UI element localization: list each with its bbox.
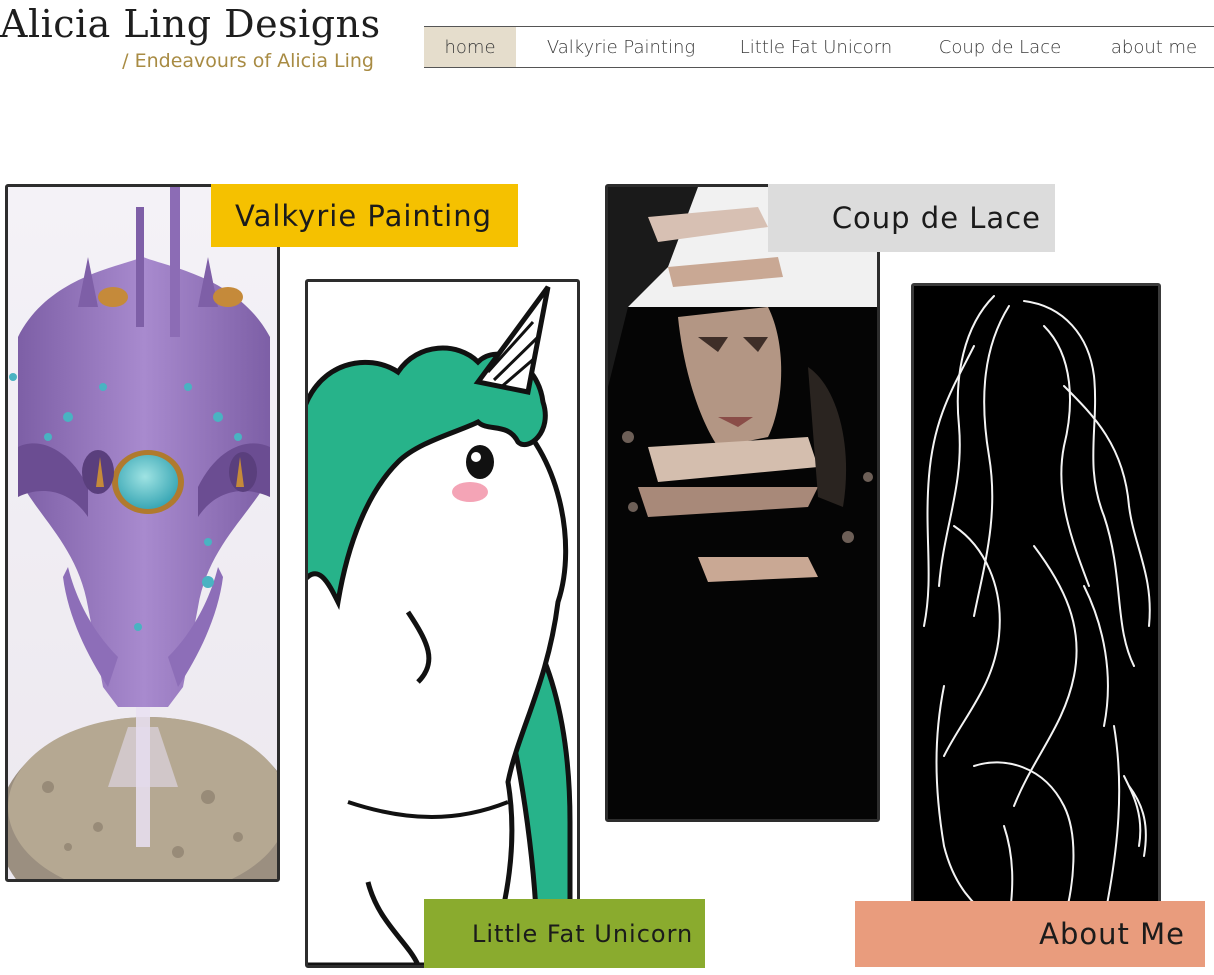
unicorn-illustration (308, 282, 577, 965)
valkyrie-painting-card[interactable] (5, 184, 280, 882)
coup-de-lace-card[interactable] (605, 184, 880, 822)
about-me-label[interactable]: About Me (855, 901, 1205, 967)
coup-de-lace-label[interactable]: Coup de Lace (768, 184, 1055, 252)
nav-item-about-me[interactable]: about me (1094, 27, 1214, 67)
site-subtitle: / Endeavours of Alicia Ling (122, 50, 374, 72)
nav-item-valkyrie-painting[interactable]: Valkyrie Painting (516, 27, 726, 67)
little-fat-unicorn-label[interactable]: Little Fat Unicorn (424, 899, 705, 968)
valkyrie-model-image (8, 187, 277, 879)
valkyrie-painting-label[interactable]: Valkyrie Painting (211, 184, 518, 247)
little-fat-unicorn-card[interactable] (305, 279, 580, 968)
page: Alicia Ling Designs / Endeavours of Alic… (0, 0, 1214, 975)
nav-item-home[interactable]: home (424, 27, 516, 67)
about-me-card[interactable] (911, 283, 1161, 923)
main-nav: home Valkyrie Painting Little Fat Unicor… (424, 26, 1214, 68)
site-title[interactable]: Alicia Ling Designs (0, 2, 381, 46)
nav-item-coup-de-lace[interactable]: Coup de Lace (906, 27, 1094, 67)
about-me-line-art (914, 286, 1158, 920)
nav-item-little-fat-unicorn[interactable]: Little Fat Unicorn (726, 27, 906, 67)
coup-de-lace-portrait (608, 187, 877, 819)
